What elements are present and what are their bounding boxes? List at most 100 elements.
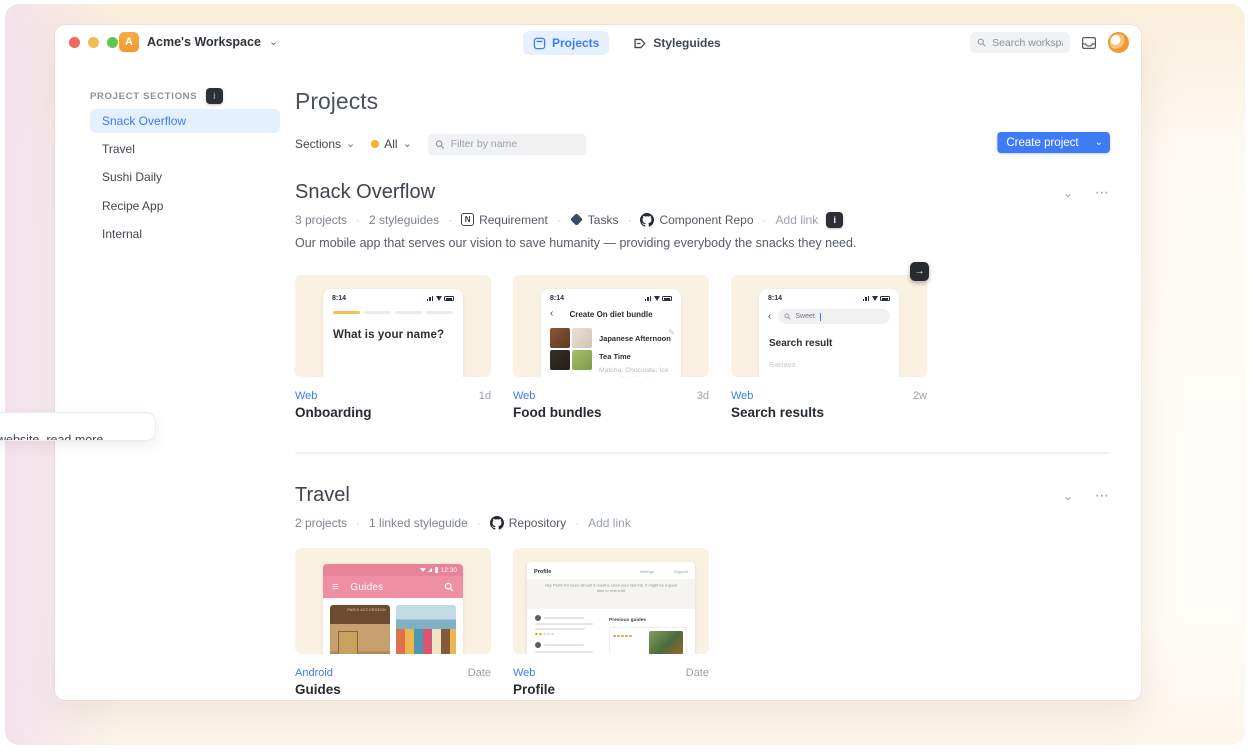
link-tasks-label: Tasks xyxy=(588,213,619,227)
mock-guide-photo xyxy=(649,631,683,654)
section-menu-icon[interactable]: ⋯ xyxy=(1095,184,1110,201)
sections-dropdown[interactable]: Sections ⌄ xyxy=(295,137,355,151)
section-header-snack-overflow: Snack Overflow ⌄ ⋯ xyxy=(295,181,1110,204)
section-title: Snack Overflow xyxy=(295,181,435,204)
project-thumbnail[interactable]: 8:14 ‹ Create On diet bundle Japanese Af… xyxy=(513,275,709,377)
search-field-mock: Sweet xyxy=(778,309,890,324)
project-name[interactable]: Profile xyxy=(513,682,709,697)
separator: · xyxy=(557,213,561,227)
project-thumbnail[interactable]: 8:14 What is your name? xyxy=(295,275,491,377)
status-icons xyxy=(645,296,673,302)
travel-project-cards: 12:30 ≡ Guides PARIS ACCORDEON Paris xyxy=(295,548,709,697)
filter-by-name[interactable] xyxy=(428,134,586,155)
info-badge-icon[interactable]: i xyxy=(826,212,843,228)
guide-photos: PARIS ACCORDEON Paris Oahu xyxy=(323,598,463,654)
results-heading: Search result xyxy=(769,338,889,349)
section-meta-snack: 3 projects · 2 styleguides · N Requireme… xyxy=(295,211,843,228)
chevron-down-icon: ⌄ xyxy=(403,139,412,150)
add-link-button[interactable]: Add link i xyxy=(776,212,844,228)
sidebar-item-sushi-daily[interactable]: Sushi Daily xyxy=(90,165,280,189)
github-icon xyxy=(640,213,654,227)
status-dropdown[interactable]: All ⌄ xyxy=(371,137,412,151)
user-avatar[interactable] xyxy=(1108,32,1129,53)
link-requirement[interactable]: N Requirement xyxy=(461,213,548,227)
create-project-button[interactable]: Create project ⌄ xyxy=(997,132,1110,153)
app-window: A Acme's Workspace ⌄ Projects Styleguide… xyxy=(55,25,1141,700)
chevron-down-icon: ⌄ xyxy=(346,139,355,150)
sidebar-item-internal[interactable]: Internal xyxy=(90,222,280,246)
separator: · xyxy=(763,213,767,227)
android-appbar: ≡ Guides xyxy=(323,576,463,598)
zoom-button[interactable] xyxy=(107,37,118,48)
workspace-switcher[interactable]: A Acme's Workspace ⌄ xyxy=(119,32,278,52)
project-name[interactable]: Guides xyxy=(295,682,491,697)
updated-time: 2w xyxy=(913,390,927,402)
collapse-chevron-icon[interactable]: ⌄ xyxy=(1063,187,1073,199)
paris-photo: PARIS ACCORDEON Paris xyxy=(330,605,390,654)
status-icons xyxy=(427,296,455,302)
mock-reviews-column xyxy=(535,615,601,654)
search-icon xyxy=(435,139,445,150)
project-name[interactable]: Food bundles xyxy=(513,405,709,420)
status-dot-icon xyxy=(371,140,379,148)
link-repository-label: Repository xyxy=(509,516,566,530)
phone-mockup: 8:14 ‹ Sweet Search result B xyxy=(759,289,899,377)
section-meta-travel: 2 projects · 1 linked styleguide · Repos… xyxy=(295,514,631,531)
link-repository[interactable]: Repository xyxy=(490,516,566,530)
mock-banner-text: Hey Pelin! It's been almost 3 months sin… xyxy=(541,583,681,594)
platform-label: Web xyxy=(731,390,753,402)
minimize-button[interactable] xyxy=(88,37,99,48)
tooltip-text: website, read more xyxy=(0,433,103,441)
link-tasks[interactable]: Tasks xyxy=(570,213,619,227)
mock-link: Settings xyxy=(640,569,654,574)
platform-label: Web xyxy=(513,390,535,402)
snack-project-cards: 8:14 What is your name? Web 1d Onboardin… xyxy=(295,275,927,420)
add-link-button[interactable]: Add link xyxy=(588,516,631,530)
web-mockup: Profile Settings Support Hey Pelin! It's… xyxy=(527,562,695,654)
chevron-down-icon[interactable]: ⌄ xyxy=(1088,138,1110,148)
section-controls: ⌄ ⋯ xyxy=(1063,184,1110,201)
mock-nav-links: Settings Support xyxy=(625,567,688,576)
back-icon: ‹ xyxy=(768,312,771,322)
info-badge-icon[interactable]: i xyxy=(206,88,223,104)
phone-mockup: 8:14 What is your name? xyxy=(323,289,463,377)
search-query: Sweet xyxy=(795,313,814,320)
section-description: Our mobile app that serves our vision to… xyxy=(295,236,856,250)
project-card-food-bundles: 8:14 ‹ Create On diet bundle Japanese Af… xyxy=(513,275,709,420)
text-cursor xyxy=(820,313,821,321)
notion-icon: N xyxy=(461,213,474,226)
chevron-down-icon: ⌄ xyxy=(269,37,278,48)
status-time: 12:30 xyxy=(441,567,457,574)
section-menu-icon[interactable]: ⋯ xyxy=(1095,487,1110,504)
sidebar-item-travel[interactable]: Travel xyxy=(90,137,280,161)
scroll-right-button[interactable]: → xyxy=(910,262,929,281)
collapse-chevron-icon[interactable]: ⌄ xyxy=(1063,490,1073,502)
status-dropdown-label: All xyxy=(384,137,397,151)
separator: · xyxy=(627,213,631,227)
separator: · xyxy=(356,516,360,530)
project-thumbnail[interactable]: 12:30 ≡ Guides PARIS ACCORDEON Paris xyxy=(295,548,491,654)
project-thumbnail[interactable]: 8:14 ‹ Sweet Search result B xyxy=(731,275,927,377)
mock-guides-column: Previous guides xyxy=(609,615,687,654)
project-name[interactable]: Onboarding xyxy=(295,405,491,420)
status-time: 8:14 xyxy=(550,295,564,302)
project-name[interactable]: Search results xyxy=(731,405,927,420)
workspace-name: Acme's Workspace xyxy=(147,35,261,49)
project-thumbnail[interactable]: Profile Settings Support Hey Pelin! It's… xyxy=(513,548,709,654)
link-requirement-label: Requirement xyxy=(479,213,548,227)
add-link-label: Add link xyxy=(776,213,819,227)
filter-by-name-input[interactable] xyxy=(451,138,579,150)
sidebar-item-snack-overflow[interactable]: Snack Overflow xyxy=(90,109,280,133)
oahu-photo: Oahu xyxy=(396,605,456,654)
bundle-description: Matcha, Chocolate, Ice cream. Nothing is… xyxy=(599,367,675,377)
updated-time: Date xyxy=(686,667,709,679)
phone-mockup: 8:14 ‹ Create On diet bundle Japanese Af… xyxy=(541,289,681,377)
bundle-title: Japanese Afternoon Tea Time xyxy=(599,334,671,361)
project-card-profile: Profile Settings Support Hey Pelin! It's… xyxy=(513,548,709,697)
sidebar-item-recipe-app[interactable]: Recipe App xyxy=(90,194,280,218)
create-project-label: Create project xyxy=(997,137,1087,149)
link-component-repo[interactable]: Component Repo xyxy=(640,213,753,227)
close-button[interactable] xyxy=(69,37,80,48)
window-controls xyxy=(69,37,118,48)
mock-link: Support xyxy=(674,569,688,574)
